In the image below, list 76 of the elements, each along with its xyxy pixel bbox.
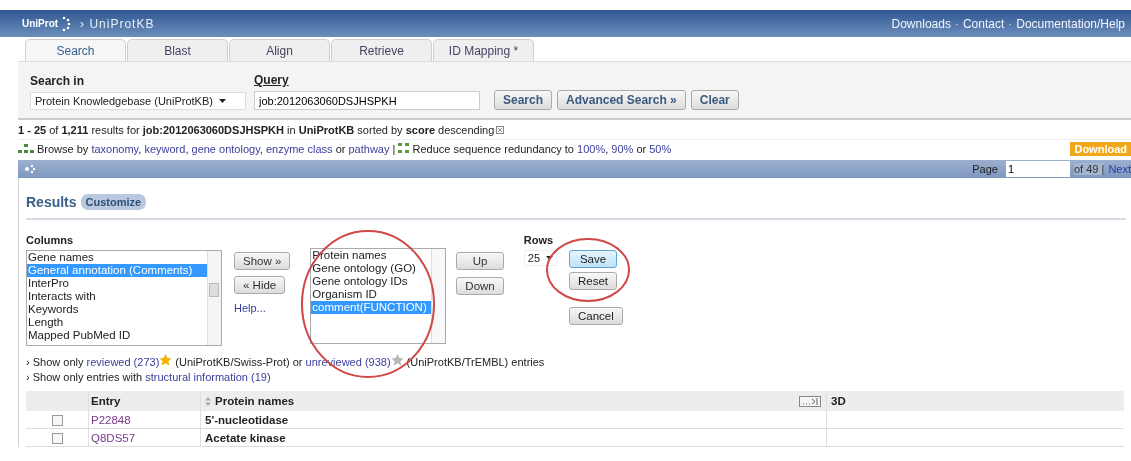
column-header[interactable]: Protein names	[215, 395, 295, 407]
row-checkbox[interactable]	[51, 414, 63, 426]
show-button[interactable]: Show »	[234, 252, 291, 270]
tab[interactable]: ID Mapping *	[433, 39, 534, 61]
list-option[interactable]: Mapped PubMed ID	[27, 329, 207, 342]
filter-sentence: › Show only entries with structural information (19)	[26, 371, 271, 383]
up-button[interactable]: Up	[456, 252, 504, 270]
scrollbar[interactable]	[431, 249, 446, 343]
close-icon[interactable]	[496, 126, 505, 134]
separator: ·	[1008, 16, 1013, 31]
list-option[interactable]: Gene ontology IDs	[311, 275, 432, 288]
list-option[interactable]: Organism ID	[311, 288, 432, 301]
results-summary: 1 - 25 of 1,211 results for job:2012063060DSJHSPKH in UniProtKB sorted by score descending	[18, 124, 495, 136]
down-button[interactable]: Down	[456, 277, 504, 295]
uniprot-logo[interactable]: UniProt	[22, 18, 59, 29]
tab[interactable]: Retrieve	[331, 39, 432, 61]
table-cell: Acetate kinase	[200, 428, 827, 447]
column-header[interactable]: 3D	[826, 391, 1124, 411]
list-option[interactable]: InterPro	[27, 277, 207, 290]
tab[interactable]: Search	[25, 39, 126, 61]
entry-link[interactable]: Q8DS57	[91, 431, 136, 444]
browse-link[interactable]: enzyme class	[265, 142, 333, 155]
browse-link[interactable]: gene ontology	[191, 142, 260, 155]
filter-link[interactable]: reviewed (273)	[86, 356, 160, 368]
browse-sentence: Browse by taxonomy, keyword, gene ontology, enzyme class or pathway | Reduce sequence redundancy to 100%, 90% or 50%	[37, 142, 673, 155]
browse-link[interactable]: pathway	[348, 142, 390, 155]
rows-label: Rows	[523, 234, 555, 246]
page-label: Page	[972, 163, 998, 175]
search-button[interactable]: Advanced Search »	[557, 90, 686, 110]
query-field[interactable]: job:2012063060DSJHSPKH	[254, 91, 480, 110]
query-label: Query	[254, 73, 290, 87]
available-columns-list[interactable]: Gene names General annotation (Comments) InterPro Interacts with Keywords Length Mapped PubMed ID	[26, 250, 222, 346]
list-option[interactable]: Gene ontology (GO)	[311, 262, 432, 275]
search-button[interactable]: Search	[494, 90, 553, 110]
expand-icon[interactable]	[799, 395, 821, 407]
results-title: Results	[26, 194, 77, 210]
help-link[interactable]: Help...	[234, 302, 266, 314]
caret-icon	[218, 99, 226, 103]
tree-icon	[18, 144, 34, 153]
header-link[interactable]: Documentation/Help	[1016, 16, 1125, 31]
caret-icon	[546, 256, 553, 260]
tab[interactable]: Blast	[127, 39, 228, 61]
database-dropdown[interactable]: Protein Knowledgebase (UniProtKB)	[30, 92, 246, 110]
list-option[interactable]: Keywords	[27, 303, 207, 316]
redundancy-icon	[398, 142, 410, 153]
columns-label: Columns	[26, 234, 75, 246]
dots-icon	[60, 15, 73, 32]
column-header[interactable]: Entry	[88, 391, 201, 411]
action-button[interactable]: Reset	[569, 272, 618, 290]
browse-link[interactable]: 90%	[611, 142, 634, 155]
header-link[interactable]: Downloads	[891, 16, 951, 31]
separator: ·	[954, 16, 959, 31]
table-cell: 5'-nucleotidase	[200, 411, 827, 429]
sort-icon[interactable]	[205, 396, 211, 406]
next-link[interactable]: Next	[1108, 163, 1131, 175]
scrollbar[interactable]	[207, 251, 221, 345]
breadcrumb[interactable]: › UniProtKB	[80, 16, 155, 31]
search-button[interactable]: Clear	[690, 90, 739, 110]
list-option[interactable]: Gene names	[27, 251, 207, 264]
filter-link[interactable]: structural information (19)	[145, 371, 271, 383]
rows-dropdown[interactable]: 25	[523, 250, 557, 266]
search-in-label: Search in	[30, 74, 86, 88]
page-count: of 49 |	[1074, 163, 1105, 175]
browse-link[interactable]: 50%	[649, 142, 672, 155]
row-checkbox[interactable]	[51, 432, 63, 444]
list-option[interactable]: Length	[27, 316, 207, 329]
action-button[interactable]: Cancel	[569, 307, 623, 325]
action-button[interactable]: Save	[569, 250, 617, 268]
entry-link[interactable]: P22848	[91, 413, 131, 426]
tab[interactable]: Align	[229, 39, 330, 61]
hide-button[interactable]: « Hide	[234, 276, 286, 294]
header-link[interactable]: Contact	[962, 16, 1005, 31]
customize-button[interactable]: Customize	[80, 194, 147, 210]
list-option[interactable]: Interacts with	[27, 290, 207, 303]
page-field[interactable]: 1	[1006, 161, 1070, 177]
uniprot-icon	[24, 164, 36, 174]
